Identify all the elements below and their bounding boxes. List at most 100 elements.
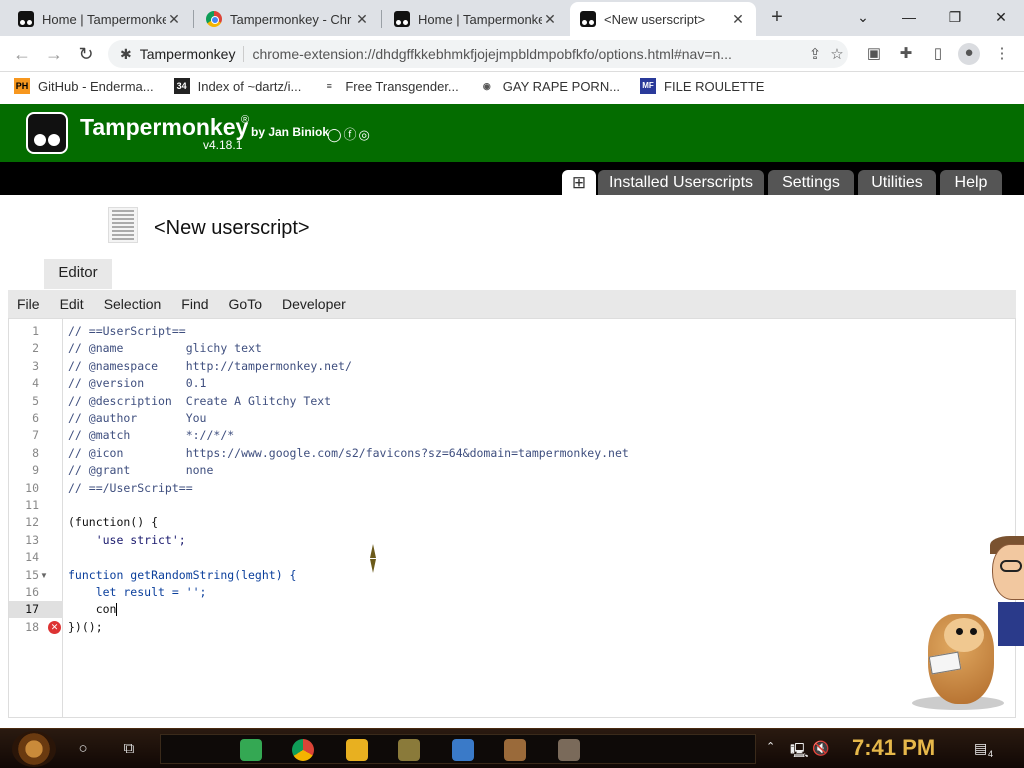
reload-icon[interactable]: ↻ bbox=[74, 42, 98, 66]
tab-installed-userscripts[interactable]: Installed Userscripts bbox=[598, 170, 764, 195]
bookmark-label: Index of ~dartz/i... bbox=[197, 78, 302, 94]
browser-toolbar: ← → ↻ ✱ Tampermonkey chrome-extension://… bbox=[0, 36, 1024, 72]
code-line[interactable]: // @match *://*/* bbox=[68, 427, 234, 444]
tampermonkey-nav: ⊞ Installed Userscripts Settings Utiliti… bbox=[0, 162, 1024, 195]
error-marker-icon[interactable]: ✕ bbox=[48, 620, 61, 634]
bookmark-label: Free Transgender... bbox=[345, 78, 459, 94]
browser-tab-1[interactable]: Home | Tampermonke ✕ bbox=[8, 2, 192, 36]
line-number: 12 bbox=[25, 515, 39, 530]
forward-arrow-icon[interactable]: → bbox=[42, 42, 66, 66]
game-app-icon[interactable] bbox=[398, 739, 420, 761]
bookmark-star-icon[interactable]: ☆ bbox=[826, 45, 848, 63]
code-line[interactable]: // @namespace http://tampermonkey.net/ bbox=[68, 358, 352, 375]
tab-utilities[interactable]: Utilities bbox=[858, 170, 936, 195]
browser-tab-4-active[interactable]: <New userscript> ✕ bbox=[570, 2, 756, 36]
menu-find[interactable]: Find bbox=[171, 296, 218, 312]
registered-mark: ® bbox=[241, 114, 250, 126]
close-window-button[interactable]: ✕ bbox=[986, 4, 1016, 30]
code-line[interactable]: // @description Create A Glitchy Text bbox=[68, 393, 331, 410]
code-line[interactable]: function getRandomString(leght) { bbox=[68, 567, 296, 584]
bookmark-item[interactable]: ≡ Free Transgender... bbox=[321, 78, 459, 94]
notification-center-icon[interactable]: ▤ bbox=[974, 740, 987, 757]
code-line[interactable]: // @name glichy text bbox=[68, 340, 262, 357]
extension-puzzle-icon: ✱ bbox=[120, 45, 132, 62]
address-bar[interactable]: ✱ Tampermonkey chrome-extension://dhdgff… bbox=[108, 40, 848, 68]
restore-button[interactable]: ❐ bbox=[940, 4, 970, 30]
side-panel-icon[interactable]: ▯ bbox=[928, 44, 948, 64]
fold-arrow-icon[interactable]: ▼ bbox=[40, 571, 48, 580]
code-editor[interactable]: 1 2 3 4 5 6 7 8 9 10 11 12 13 14 15 ▼ 16 17 18 ✕ // ==UserS… bbox=[8, 318, 1016, 718]
site-name: Tampermonkey bbox=[140, 46, 245, 62]
chrome-taskbar-icon[interactable] bbox=[292, 739, 314, 761]
tampermonkey-extension-icon[interactable]: ▣ bbox=[864, 44, 884, 64]
tab-editor[interactable]: Editor bbox=[44, 259, 112, 289]
line-number: 3 bbox=[32, 358, 39, 373]
mascot-app-icon[interactable] bbox=[558, 739, 580, 761]
tab-help[interactable]: Help bbox=[940, 170, 1002, 195]
browser-tab-2[interactable]: Tampermonkey - Chr ✕ bbox=[196, 2, 380, 36]
editor-menubar: File Edit Selection Find GoTo Developer bbox=[8, 290, 1016, 318]
bookmark-item[interactable]: PH GitHub - Enderma... bbox=[14, 78, 154, 94]
line-number: 8 bbox=[32, 445, 39, 460]
start-button-icon[interactable] bbox=[12, 731, 56, 767]
cortana-search-icon[interactable]: ○ bbox=[72, 738, 94, 760]
line-number: 11 bbox=[25, 498, 39, 512]
close-icon[interactable]: ✕ bbox=[730, 11, 746, 28]
kebab-menu-icon[interactable]: ⋮ bbox=[992, 44, 1012, 64]
bookmark-item[interactable]: 34 Index of ~dartz/i... bbox=[173, 78, 302, 94]
rule34-favicon-icon: 34 bbox=[173, 78, 190, 94]
share-icon[interactable]: ⇪ bbox=[804, 45, 826, 63]
new-tab-button[interactable]: + bbox=[766, 6, 788, 28]
tab-search-chevron-icon[interactable]: ⌄ bbox=[848, 4, 878, 30]
network-icon[interactable]: 🖳 bbox=[790, 740, 809, 764]
task-view-icon[interactable]: ⧉ bbox=[118, 738, 140, 760]
code-line[interactable]: con bbox=[68, 601, 118, 618]
character-app-icon[interactable] bbox=[504, 739, 526, 761]
code-line[interactable]: // @grant none bbox=[68, 462, 213, 479]
menu-edit[interactable]: Edit bbox=[50, 296, 94, 312]
add-script-tab[interactable]: ⊞ bbox=[562, 170, 596, 195]
app-title: Tampermonkey bbox=[80, 114, 249, 140]
file-explorer-icon[interactable] bbox=[346, 739, 368, 761]
minimize-button[interactable]: — bbox=[894, 4, 924, 30]
close-icon[interactable]: ✕ bbox=[166, 11, 182, 28]
tampermonkey-header: Tampermonkey ® by Jan Biniok ◯ⓕ◎ v4.18.1 bbox=[0, 104, 1024, 162]
loading-spinner-icon bbox=[370, 544, 376, 574]
extensions-puzzle-icon[interactable]: ✚ bbox=[896, 44, 916, 64]
code-line[interactable]: // ==UserScript== bbox=[68, 323, 186, 340]
code-line[interactable]: (function() { bbox=[68, 514, 158, 531]
windows-taskbar: ○ ⧉ ⌃ 🖳 🔇 7:41 PM ▤ 4 bbox=[0, 728, 1024, 768]
menu-file[interactable]: File bbox=[8, 296, 50, 312]
tab-title: Home | Tampermonke bbox=[418, 11, 542, 27]
code-line[interactable]: // @icon https://www.google.com/s2/favic… bbox=[68, 445, 629, 462]
bookmark-item[interactable]: MF FILE ROULETTE bbox=[640, 78, 764, 94]
url-text[interactable]: chrome-extension://dhdgffkkebhmkfjojejmp… bbox=[252, 46, 804, 62]
tab-separator bbox=[381, 10, 382, 28]
network-app-icon[interactable] bbox=[452, 739, 474, 761]
close-icon[interactable]: ✕ bbox=[354, 11, 370, 28]
tab-settings[interactable]: Settings bbox=[768, 170, 854, 195]
system-clock[interactable]: 7:41 PM bbox=[852, 735, 935, 761]
line-number: 1 bbox=[32, 324, 39, 338]
code-line[interactable]: })(); bbox=[68, 619, 103, 636]
menu-goto[interactable]: GoTo bbox=[219, 296, 272, 312]
code-line[interactable]: let result = ''; bbox=[68, 584, 207, 601]
social-icons[interactable]: ◯ⓕ◎ bbox=[327, 124, 372, 143]
script-heading: <New userscript> Editor bbox=[0, 195, 1024, 289]
code-line[interactable]: // @author You bbox=[68, 410, 206, 427]
tab-title: Home | Tampermonke bbox=[42, 11, 166, 27]
browser-tab-3[interactable]: Home | Tampermonke ✕ bbox=[384, 2, 568, 36]
menu-developer[interactable]: Developer bbox=[272, 296, 356, 312]
code-line[interactable]: 'use strict'; bbox=[68, 532, 186, 549]
code-line[interactable]: // ==/UserScript== bbox=[68, 480, 193, 497]
tray-overflow-icon[interactable]: ⌃ bbox=[766, 740, 775, 753]
menu-selection[interactable]: Selection bbox=[94, 296, 172, 312]
close-icon[interactable]: ✕ bbox=[542, 11, 558, 28]
google-chat-icon[interactable] bbox=[240, 739, 262, 761]
back-arrow-icon[interactable]: ← bbox=[10, 42, 34, 66]
profile-avatar-icon[interactable]: ● bbox=[958, 43, 980, 65]
volume-muted-icon[interactable]: 🔇 bbox=[812, 740, 829, 757]
script-thumbnail-icon bbox=[108, 207, 138, 243]
bookmark-item[interactable]: ◉ GAY RAPE PORN... bbox=[479, 78, 620, 94]
code-line[interactable]: // @version 0.1 bbox=[68, 375, 206, 392]
